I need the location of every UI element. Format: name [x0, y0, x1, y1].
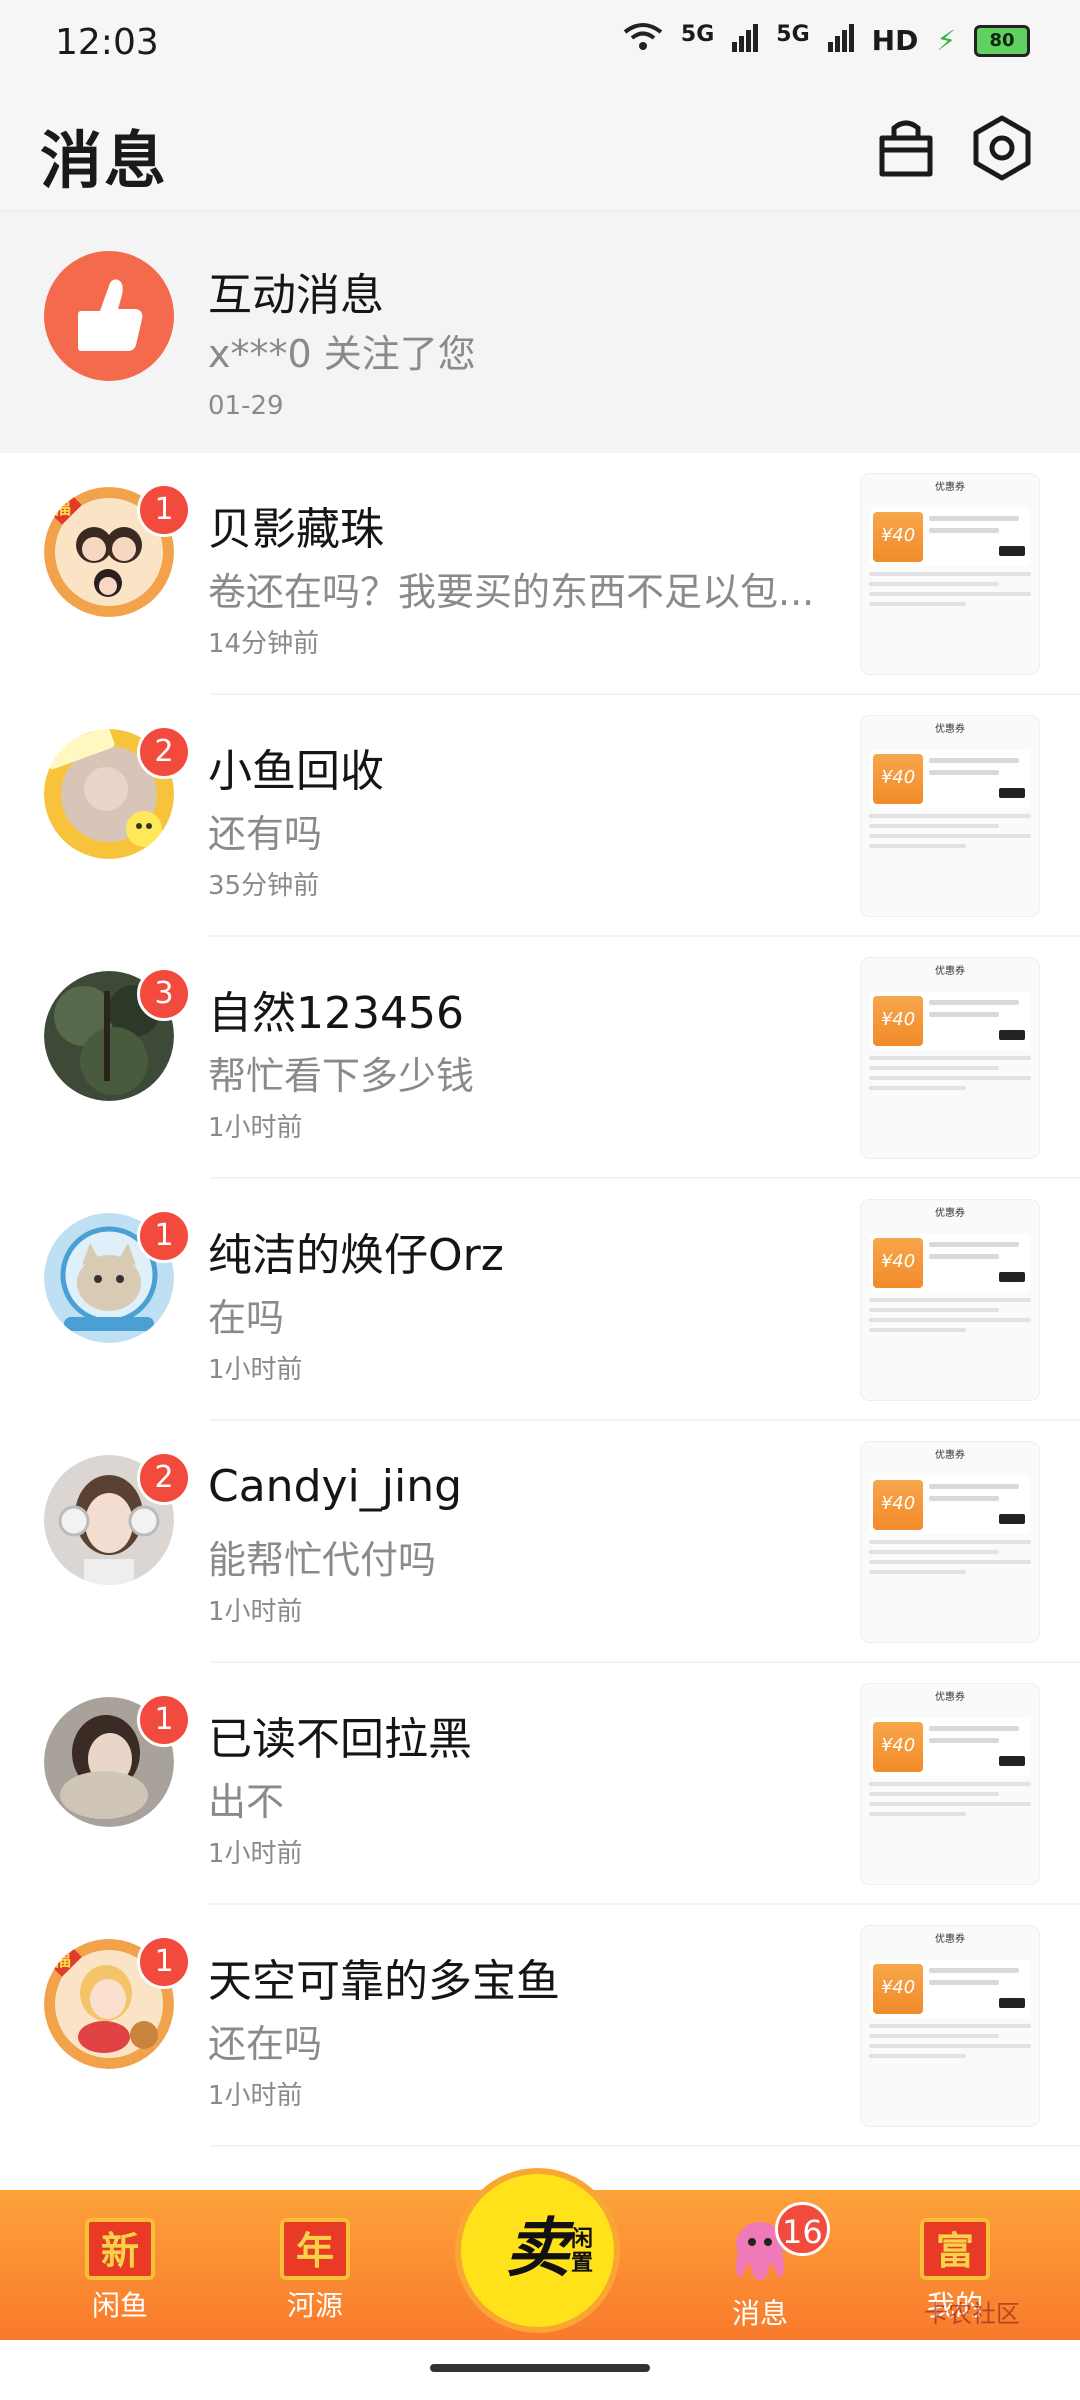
nav-local[interactable]: 年 河源	[250, 2218, 380, 2324]
interaction-messages-entry[interactable]: 互动消息 x***0 关注了您 01-29	[0, 210, 1080, 454]
wifi-icon	[623, 22, 663, 59]
conversation-time: 1小时前	[208, 1113, 303, 1143]
conversation-message: 帮忙看下多少钱	[208, 1054, 475, 1098]
sell-button[interactable]: 卖 闲置	[455, 2168, 620, 2333]
shop-icon	[879, 120, 933, 177]
conversation-time: 1小时前	[208, 1839, 303, 1869]
item-thumbnail[interactable]: 优惠券 ¥40	[860, 1441, 1040, 1643]
conversation-time: 1小时前	[208, 1597, 303, 1627]
conversation-message: 能帮忙代付吗	[208, 1538, 437, 1582]
nav-messages-label: 消息	[731, 2297, 788, 2330]
conversation-time: 14分钟前	[208, 629, 320, 659]
page-header: 消息	[0, 90, 1080, 210]
unread-badge: 1	[137, 483, 191, 537]
conversation-time: 35分钟前	[208, 871, 320, 901]
thumbs-up-icon	[44, 251, 174, 381]
item-thumbnail[interactable]: 优惠券 ¥40	[860, 1683, 1040, 1885]
conversation-row[interactable]: 2 小鱼回收 还有吗 35分钟前 优惠券 ¥40	[0, 695, 1080, 937]
sell-label: 卖	[505, 2212, 570, 2286]
conversation-name: Candyi_jing	[208, 1461, 463, 1512]
conversation-name: 纯洁的焕仔Orz	[208, 1230, 504, 1281]
signal-5g-label: 5G	[680, 22, 715, 47]
shop-button[interactable]	[870, 112, 942, 184]
item-thumbnail[interactable]: 优惠券 ¥40	[860, 715, 1040, 917]
conversation-row[interactable]: 2 Candyi_jing 能帮忙代付吗 1小时前 优惠券 ¥40	[0, 1421, 1080, 1663]
conversation-row[interactable]: 1 已读不回拉黑 出不 1小时前 优惠券 ¥40	[0, 1663, 1080, 1905]
status-icons: 5G 5G HD ⚡ 80	[623, 22, 1030, 59]
year-lantern-icon: 年	[280, 2218, 350, 2280]
settings-icon	[973, 115, 1031, 181]
unread-badge: 3	[137, 967, 191, 1021]
conversation-message: 出不	[208, 1780, 285, 1824]
conversation-name: 天空可靠的多宝鱼	[208, 1956, 560, 2007]
gesture-area	[0, 2340, 1080, 2400]
conversation-time: 1小时前	[208, 1355, 303, 1385]
conversation-message: 卷还在吗？我要买的东西不足以包...	[208, 570, 815, 614]
page-title: 消息	[40, 124, 169, 197]
charging-icon: ⚡	[936, 24, 956, 57]
hd-label: HD	[871, 24, 919, 57]
interaction-message: x***0 关注了您	[208, 332, 476, 376]
nav-home-label: 闲鱼	[91, 2289, 148, 2322]
conversation-name: 贝影藏珠	[208, 504, 384, 555]
conversation-list: 福 1 贝影藏珠 卷还在吗？我要买的东西不足以包... 14分钟前 优惠券 ¥4…	[0, 453, 1080, 2190]
signal-bars-icon	[732, 22, 759, 59]
conversation-message: 还有吗	[208, 812, 323, 856]
item-thumbnail[interactable]: 优惠券 ¥40	[860, 957, 1040, 1159]
nav-local-label: 河源	[286, 2289, 343, 2322]
unread-badge: 2	[137, 1451, 191, 1505]
conversation-row[interactable]: 1 纯洁的焕仔Orz 在吗 1小时前 优惠券 ¥40	[0, 1179, 1080, 1421]
conversation-row[interactable]: 福 1 天空可靠的多宝鱼 还在吗 1小时前 优惠券 ¥40	[0, 1905, 1080, 2147]
new-year-lantern-icon: 新	[85, 2218, 155, 2280]
status-time: 12:03	[55, 22, 159, 63]
signal-bars-icon-2	[827, 22, 854, 59]
status-bar: 12:03 5G 5G HD ⚡ 80	[0, 0, 1080, 90]
unread-badge: 1	[137, 1209, 191, 1263]
conversation-row[interactable]: 3 自然123456 帮忙看下多少钱 1小时前 优惠券 ¥40	[0, 937, 1080, 1179]
nav-messages[interactable]: 消息 16	[695, 2202, 830, 2332]
bottom-nav: 新 闲鱼 年 河源 卖 闲置 消息 16 富 我的 卡农社区	[0, 2168, 1080, 2340]
conversation-name: 已读不回拉黑	[208, 1714, 472, 1765]
conversation-row[interactable]: 福 1 贝影藏珠 卷还在吗？我要买的东西不足以包... 14分钟前 优惠券 ¥4…	[0, 453, 1080, 695]
item-thumbnail[interactable]: 优惠券 ¥40	[860, 1925, 1040, 2127]
item-thumbnail[interactable]: 优惠券 ¥40	[860, 473, 1040, 675]
signal-5g-label-2: 5G	[776, 22, 810, 47]
unread-badge: 1	[137, 1693, 191, 1747]
svg-text:福: 福	[52, 497, 71, 519]
conversation-message: 还在吗	[208, 2022, 323, 2066]
fortune-lantern-icon: 富	[920, 2218, 990, 2280]
conversation-time: 1小时前	[208, 2081, 303, 2111]
svg-text:福: 福	[52, 1949, 71, 1971]
interaction-date: 01-29	[208, 391, 284, 421]
item-thumbnail[interactable]: 优惠券 ¥40	[860, 1199, 1040, 1401]
conversation-name: 小鱼回收	[208, 746, 384, 797]
nav-home[interactable]: 新 闲鱼	[55, 2218, 185, 2324]
battery-icon: 80	[974, 24, 1030, 57]
unread-badge: 1	[137, 1935, 191, 1989]
unread-badge: 2	[137, 725, 191, 779]
conversation-message: 在吗	[208, 1296, 285, 1340]
row-divider	[210, 2145, 1080, 2147]
watermark: 卡农社区	[924, 2300, 1020, 2328]
interaction-title: 互动消息	[208, 270, 384, 321]
sell-sub-label: 闲置	[570, 2227, 593, 2276]
home-indicator[interactable]	[430, 2364, 650, 2372]
conversation-name: 自然123456	[208, 988, 464, 1039]
messages-badge: 16	[775, 2202, 830, 2256]
settings-button[interactable]	[966, 112, 1038, 184]
